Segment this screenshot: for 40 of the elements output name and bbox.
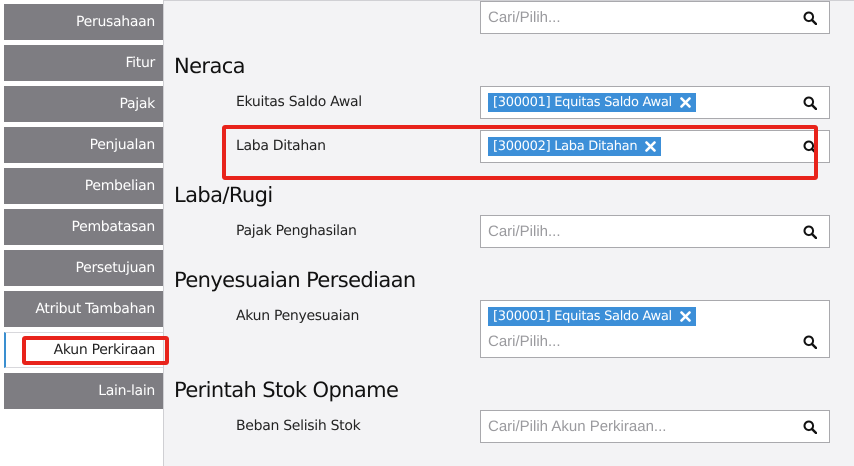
placeholder-text: Cari/Pilih Akun Perkiraan... xyxy=(488,418,666,435)
search-icon[interactable] xyxy=(803,140,817,154)
account-tag: [300001] Equitas Saldo Awal xyxy=(488,93,696,112)
account-tag: [300002] Laba Ditahan xyxy=(488,137,662,156)
section-heading: Laba/Rugi xyxy=(174,182,274,209)
placeholder-text: Cari/Pilih... xyxy=(488,333,561,350)
account-field[interactable]: [300001] Equitas Saldo Awal xyxy=(480,86,830,119)
field-label: Ekuitas Saldo Awal xyxy=(236,93,363,110)
sidebar-item[interactable]: Fitur xyxy=(4,45,163,81)
search-icon[interactable] xyxy=(803,420,817,434)
remove-icon[interactable] xyxy=(645,141,656,152)
section-heading: Perintah Stok Opname xyxy=(174,377,400,404)
sidebar-item[interactable]: Lain-lain xyxy=(4,373,163,409)
account-field[interactable]: Cari/Pilih... xyxy=(480,1,830,34)
sidebar-item[interactable]: Persetujuan xyxy=(4,250,163,286)
search-icon[interactable] xyxy=(803,334,817,348)
search-icon[interactable] xyxy=(803,96,817,110)
field-label: Beban Selisih Stok xyxy=(236,417,362,434)
search-icon[interactable] xyxy=(803,224,817,238)
sidebar-item[interactable]: Atribut Tambahan xyxy=(4,291,163,327)
remove-icon[interactable] xyxy=(680,311,691,322)
section-heading: Neraca xyxy=(174,53,246,80)
sidebar-item[interactable]: Penjualan xyxy=(4,127,163,163)
sidebar-item[interactable]: Perusahaan xyxy=(4,4,163,40)
account-field[interactable]: [300001] Equitas Saldo Awal Cari/Pilih... xyxy=(480,300,830,358)
sidebar-item[interactable]: Pembatasan xyxy=(4,209,163,245)
account-field[interactable]: [300002] Laba Ditahan xyxy=(480,130,830,163)
sidebar-item[interactable]: Pembelian xyxy=(4,168,163,204)
remove-icon[interactable] xyxy=(680,97,691,108)
search-icon[interactable] xyxy=(803,10,817,24)
section-heading: Penyesuaian Persediaan xyxy=(174,267,417,294)
placeholder-text: Cari/Pilih... xyxy=(488,223,561,240)
sidebar-item[interactable]: Pajak xyxy=(4,86,163,122)
placeholder-text: Cari/Pilih... xyxy=(488,9,561,26)
field-label: Pajak Penghasilan xyxy=(236,222,358,239)
account-field[interactable]: Cari/Pilih Akun Perkiraan... xyxy=(480,410,830,443)
field-label: Akun Penyesuaian xyxy=(236,307,360,324)
account-tag: [300001] Equitas Saldo Awal xyxy=(488,307,696,326)
account-field[interactable]: Cari/Pilih... xyxy=(480,215,830,248)
field-label: Laba Ditahan xyxy=(236,137,327,154)
